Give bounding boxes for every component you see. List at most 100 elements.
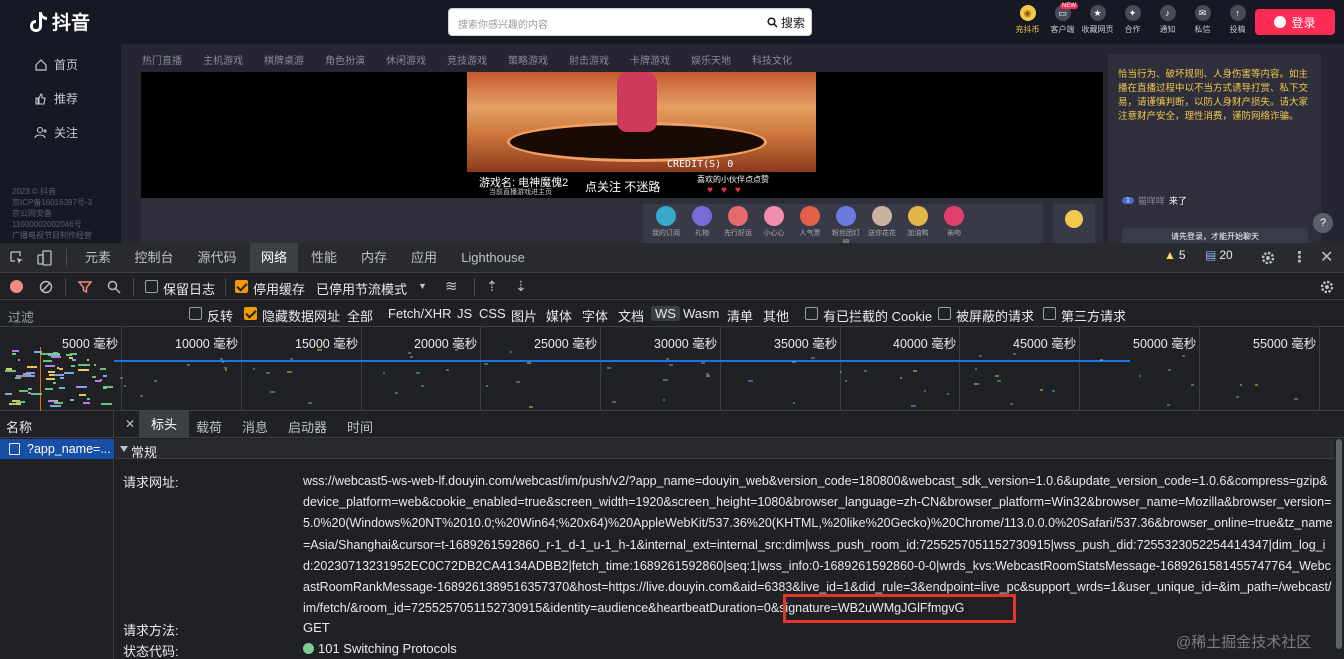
disable-cache-checkbox[interactable]: [235, 280, 248, 293]
category-item[interactable]: 策略游戏: [508, 52, 569, 67]
tab-performance[interactable]: 性能: [302, 243, 346, 272]
client-button[interactable]: NEW ▭ 客户端: [1046, 3, 1079, 35]
notification-button[interactable]: ♪ 通知: [1151, 5, 1184, 35]
category-item[interactable]: 竞技游戏: [447, 52, 508, 67]
blocked-requests-checkbox[interactable]: [938, 307, 951, 320]
blocked-cookies-checkbox[interactable]: [805, 307, 818, 320]
category-item[interactable]: 娱乐天地: [691, 52, 752, 67]
upload-button[interactable]: ↑ 投稿: [1221, 5, 1254, 35]
category-item[interactable]: 科技文化: [752, 52, 813, 67]
coin-icon: ◉: [1019, 5, 1036, 21]
settings-gear-icon[interactable]: [1260, 250, 1276, 266]
gift-item[interactable]: 送你花花: [865, 204, 899, 243]
gift-label: 送你花花: [868, 230, 896, 237]
bookmark-button[interactable]: ★ 收藏网页: [1081, 5, 1114, 35]
network-overview-timeline[interactable]: 5000 毫秒 10000 毫秒 15000 毫秒 20000 毫秒 25000…: [0, 327, 1344, 411]
more-options-icon[interactable]: ⋮: [1292, 248, 1308, 266]
record-icon[interactable]: [10, 280, 23, 293]
category-item[interactable]: 棋牌桌游: [264, 52, 325, 67]
export-har-icon[interactable]: ⇣: [515, 278, 527, 295]
inspect-element-icon[interactable]: [9, 250, 25, 266]
hide-data-urls-checkbox[interactable]: [244, 307, 257, 320]
messages-badge[interactable]: ▤ 20: [1205, 248, 1233, 262]
general-section-header[interactable]: 常规: [115, 439, 1334, 460]
tab-payload[interactable]: 载荷: [196, 417, 222, 436]
chat-login-prompt[interactable]: 请先登录，才能开始聊天: [1122, 228, 1308, 243]
category-item[interactable]: 热门直播: [142, 52, 203, 67]
filter-type-css[interactable]: CSS: [479, 306, 506, 321]
coin-gift-button[interactable]: [1053, 204, 1095, 243]
category-item[interactable]: 角色扮演: [325, 52, 386, 67]
network-settings-icon[interactable]: [1319, 279, 1335, 295]
tab-application[interactable]: 应用: [402, 243, 446, 272]
help-icon[interactable]: ?: [1313, 213, 1333, 233]
nav-item-follow[interactable]: 关注: [34, 124, 78, 141]
filter-icon[interactable]: [78, 280, 92, 294]
nav-item-home[interactable]: 首页: [34, 56, 78, 73]
search-box[interactable]: 搜索你感兴趣的内容 搜索: [448, 8, 812, 36]
gift-item[interactable]: 加油鸭: [901, 204, 935, 243]
search-icon[interactable]: [107, 280, 121, 294]
gift-item[interactable]: 粉丝团灯牌: [829, 204, 863, 243]
category-item[interactable]: 卡牌游戏: [630, 52, 691, 67]
gift-item[interactable]: 人气票: [793, 204, 827, 243]
chat-user[interactable]: 猫咩咩: [1138, 194, 1165, 207]
legal-line[interactable]: 京ICP备16016397号-3: [12, 197, 112, 208]
detail-scrollbar[interactable]: [1334, 439, 1344, 659]
gift-item[interactable]: 礼物: [685, 204, 719, 243]
import-har-icon[interactable]: ⇡: [486, 278, 498, 295]
filter-type-font[interactable]: 字体: [582, 306, 608, 325]
tab-sources[interactable]: 源代码: [191, 243, 243, 272]
filter-type-img[interactable]: 图片: [511, 306, 537, 325]
filter-type-other[interactable]: 其他: [763, 306, 789, 325]
category-item[interactable]: 休闲游戏: [386, 52, 447, 67]
filter-type-fetch-xhr[interactable]: Fetch/XHR: [388, 306, 452, 321]
tab-timing[interactable]: 时间: [347, 417, 373, 436]
tab-messages[interactable]: 消息: [242, 417, 268, 436]
tab-memory[interactable]: 内存: [352, 243, 396, 272]
legal-line[interactable]: 京公网安备: [12, 208, 112, 219]
gift-item[interactable]: 先行好运: [721, 204, 755, 243]
filter-type-media[interactable]: 媒体: [546, 306, 572, 325]
scrollbar-thumb[interactable]: [1336, 439, 1342, 649]
filter-type-wasm[interactable]: Wasm: [683, 306, 719, 321]
filter-input[interactable]: 过滤: [8, 307, 34, 326]
name-column-header[interactable]: 名称: [6, 417, 32, 436]
filter-type-all[interactable]: 全部: [347, 306, 373, 325]
cooperate-button[interactable]: ✦ 合作: [1116, 5, 1149, 35]
filter-type-ws[interactable]: WS: [651, 306, 680, 321]
filter-type-manifest[interactable]: 清单: [727, 306, 753, 325]
message-button[interactable]: ✉ 私信: [1186, 5, 1219, 35]
tab-network[interactable]: 网络: [250, 243, 298, 272]
preserve-log-checkbox[interactable]: [145, 280, 158, 293]
douyin-logo[interactable]: 抖音: [28, 8, 90, 35]
login-button[interactable]: 登录: [1255, 9, 1335, 35]
search-input[interactable]: 搜索你感兴趣的内容: [458, 16, 548, 31]
nav-item-recommend[interactable]: 推荐: [34, 90, 78, 107]
category-item[interactable]: 主机游戏: [203, 52, 264, 67]
device-toolbar-icon[interactable]: [37, 250, 53, 266]
filter-type-doc[interactable]: 文档: [618, 306, 644, 325]
network-conditions-icon[interactable]: ≋: [445, 277, 458, 295]
tab-initiator[interactable]: 启动器: [288, 417, 327, 436]
search-button[interactable]: 搜索: [767, 14, 805, 31]
filter-type-js[interactable]: JS: [457, 306, 472, 321]
gift-item[interactable]: 我的订阅: [649, 204, 683, 243]
third-party-checkbox[interactable]: [1043, 307, 1056, 320]
close-detail-icon[interactable]: ✕: [125, 417, 135, 431]
live-video-player[interactable]: CREDIT(S) 0 游戏名: 电神魔傀2 当前直播游戏进主页 点关注 不迷路…: [141, 72, 1103, 198]
tab-headers[interactable]: 标头: [139, 411, 190, 438]
throttle-select[interactable]: 已停用节流模式: [316, 279, 407, 298]
gift-item[interactable]: 小心心: [757, 204, 791, 243]
tab-elements[interactable]: 元素: [75, 243, 121, 272]
recharge-button[interactable]: ◉ 充抖币: [1011, 5, 1044, 35]
clear-icon[interactable]: [39, 280, 53, 294]
tab-console[interactable]: 控制台: [127, 243, 181, 272]
warnings-badge[interactable]: ▲ 5: [1164, 248, 1186, 262]
gift-item[interactable]: 亲吻: [937, 204, 971, 243]
request-row[interactable]: ?app_name=...: [0, 439, 114, 459]
tab-lighthouse[interactable]: Lighthouse: [455, 243, 531, 272]
invert-checkbox[interactable]: [189, 307, 202, 320]
close-icon[interactable]: ✕: [1320, 247, 1336, 266]
category-item[interactable]: 射击游戏: [569, 52, 630, 67]
